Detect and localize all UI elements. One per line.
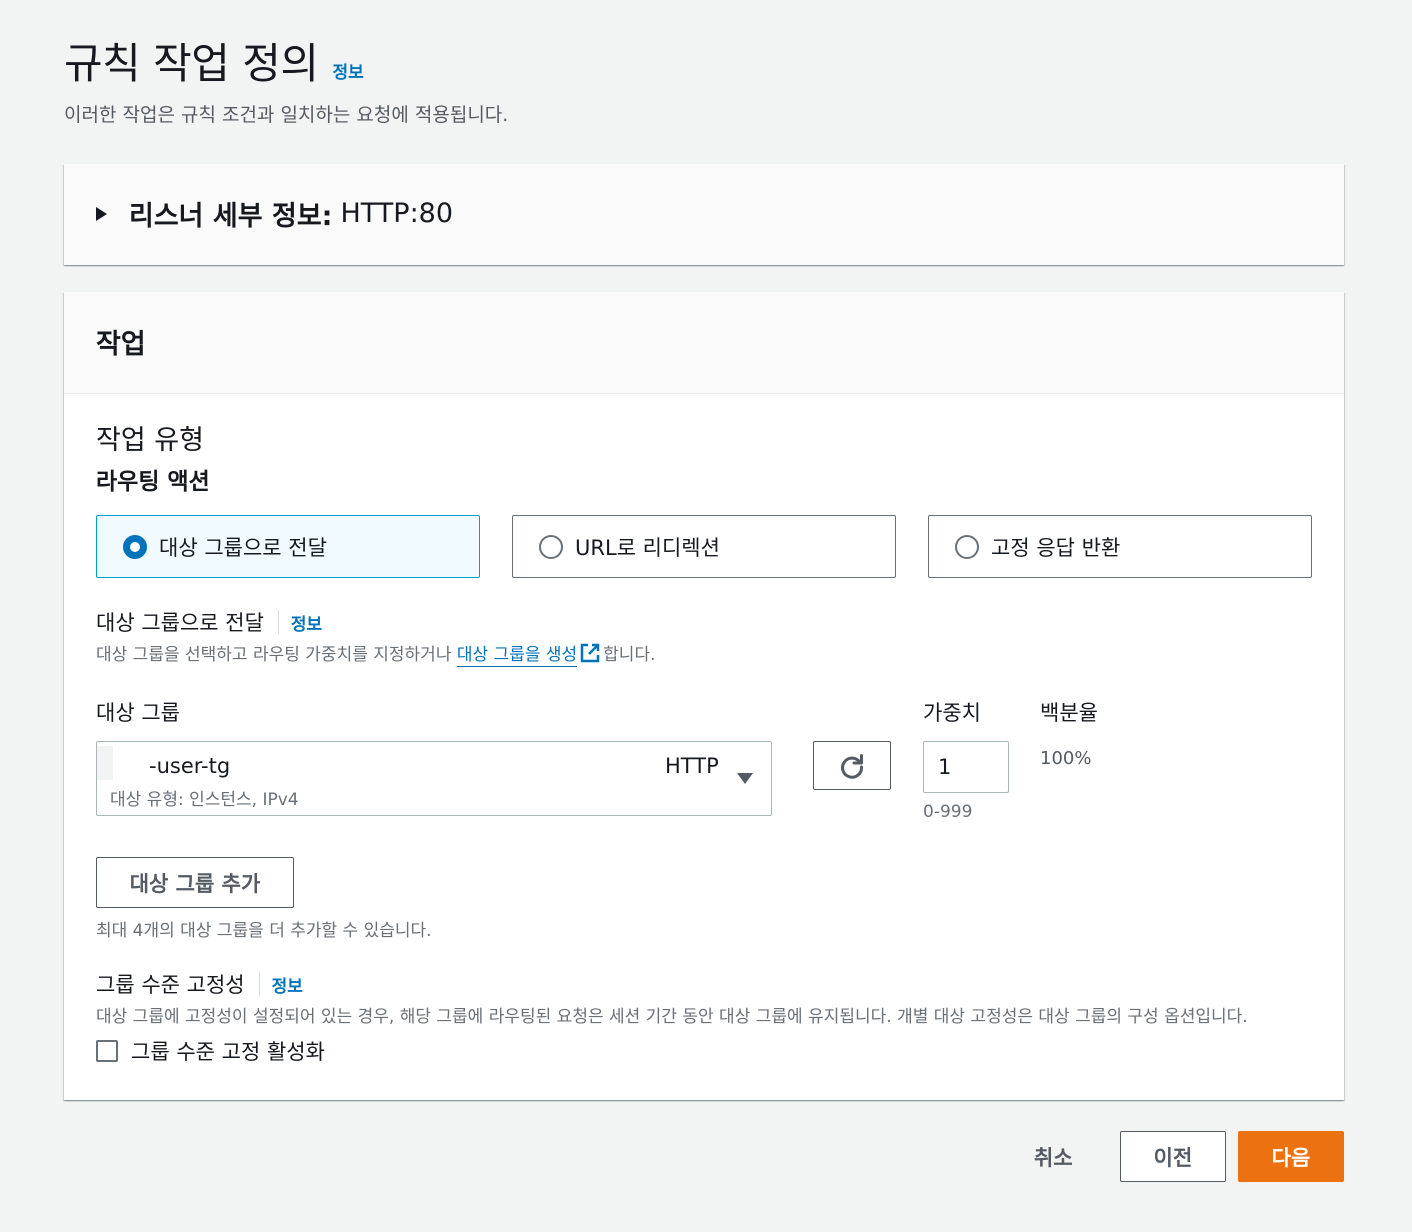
action-panel-header: 작업 bbox=[64, 292, 1344, 394]
stickiness-checkbox-label: 그룹 수준 고정 활성화 bbox=[131, 1040, 325, 1064]
stickiness-label: 그룹 수준 고정성 bbox=[96, 973, 245, 997]
listener-details-panel: 리스너 세부 정보: HTTP:80 bbox=[64, 164, 1344, 265]
stickiness-checkbox-row[interactable]: 그룹 수준 고정 활성화 bbox=[96, 1036, 325, 1066]
caret-right-icon bbox=[96, 206, 107, 221]
page-header: 규칙 작업 정의 정보 bbox=[64, 30, 364, 91]
tile-forward-to-target-group[interactable]: 대상 그룹으로 전달 bbox=[96, 515, 480, 578]
tile-label-redirect: URL로 리디렉션 bbox=[575, 535, 720, 560]
tile-label-fixed-response: 고정 응답 반환 bbox=[991, 535, 1121, 560]
routing-action-label: 라우팅 액션 bbox=[96, 469, 210, 495]
radio-redirect[interactable] bbox=[539, 534, 563, 559]
listener-details-toggle[interactable]: 리스너 세부 정보: HTTP:80 bbox=[96, 194, 453, 233]
stickiness-checkbox[interactable] bbox=[96, 1040, 118, 1062]
forward-desc-suffix: 합니다. bbox=[603, 645, 656, 665]
refresh-button[interactable] bbox=[813, 741, 891, 790]
forward-desc-text: 대상 그룹을 선택하고 라우팅 가중치를 지정하거나 bbox=[96, 645, 457, 665]
forward-section-header: 대상 그룹으로 전달 정보 bbox=[96, 607, 322, 637]
stickiness-info-link[interactable]: 정보 bbox=[272, 972, 303, 997]
target-group-protocol: HTTP bbox=[665, 754, 719, 778]
forward-description: 대상 그룹을 선택하고 라우팅 가중치를 지정하거나 대상 그룹을 생성 합니다. bbox=[96, 640, 656, 667]
listener-details-value: HTTP:80 bbox=[340, 198, 454, 229]
tile-label-forward: 대상 그룹으로 전달 bbox=[159, 535, 327, 560]
redacted-mask bbox=[97, 746, 113, 780]
page-description: 이러한 작업은 규칙 조건과 일치하는 요청에 적용됩니다. bbox=[64, 104, 509, 126]
target-group-subtext: 대상 유형: 인스턴스, IPv4 bbox=[110, 790, 299, 810]
divider bbox=[258, 972, 260, 996]
stickiness-description: 대상 그룹에 고정성이 설정되어 있는 경우, 해당 그룹에 라우팅된 요청은 … bbox=[96, 1007, 1248, 1027]
page-title: 규칙 작업 정의 bbox=[64, 39, 319, 88]
percent-value: 100% bbox=[1040, 748, 1092, 769]
caret-down-icon bbox=[737, 773, 753, 784]
percent-column-label: 백분율 bbox=[1040, 701, 1098, 725]
action-panel-title: 작업 bbox=[96, 329, 146, 360]
add-target-group-button[interactable]: 대상 그룹 추가 bbox=[96, 857, 294, 908]
refresh-icon bbox=[841, 753, 864, 779]
listener-details-label: 리스너 세부 정보: bbox=[129, 201, 333, 232]
tile-redirect-to-url[interactable]: URL로 리디렉션 bbox=[512, 515, 896, 578]
weight-column-label: 가중치 bbox=[923, 701, 981, 725]
forward-section-label: 대상 그룹으로 전달 bbox=[96, 611, 264, 635]
create-target-group-link[interactable]: 대상 그룹을 생성 bbox=[456, 645, 578, 667]
next-button[interactable]: 다음 bbox=[1238, 1131, 1344, 1182]
radio-forward[interactable] bbox=[123, 534, 147, 559]
target-group-name: -user-tg bbox=[149, 754, 231, 778]
previous-button[interactable]: 이전 bbox=[1120, 1131, 1226, 1182]
external-link-icon[interactable] bbox=[579, 642, 601, 664]
target-group-column-label: 대상 그룹 bbox=[96, 701, 180, 725]
radio-fixed-response[interactable] bbox=[955, 534, 979, 559]
cancel-button[interactable]: 취소 bbox=[1034, 1142, 1073, 1172]
divider bbox=[277, 610, 279, 634]
forward-info-link[interactable]: 정보 bbox=[291, 610, 322, 635]
stickiness-section-header: 그룹 수준 고정성 정보 bbox=[96, 969, 303, 999]
weight-input[interactable] bbox=[923, 741, 1009, 793]
page-info-link[interactable]: 정보 bbox=[333, 58, 364, 83]
action-panel: 작업 작업 유형 라우팅 액션 대상 그룹으로 전달 URL로 리디렉션 고정 … bbox=[64, 292, 1344, 1100]
add-target-group-hint: 최대 4개의 대상 그룹을 더 추가할 수 있습니다. bbox=[96, 921, 432, 941]
action-type-label: 작업 유형 bbox=[96, 425, 204, 456]
weight-range-hint: 0-999 bbox=[923, 802, 973, 822]
tile-fixed-response[interactable]: 고정 응답 반환 bbox=[928, 515, 1312, 578]
target-group-select[interactable]: -user-tg HTTP 대상 유형: 인스턴스, IPv4 bbox=[96, 741, 772, 816]
